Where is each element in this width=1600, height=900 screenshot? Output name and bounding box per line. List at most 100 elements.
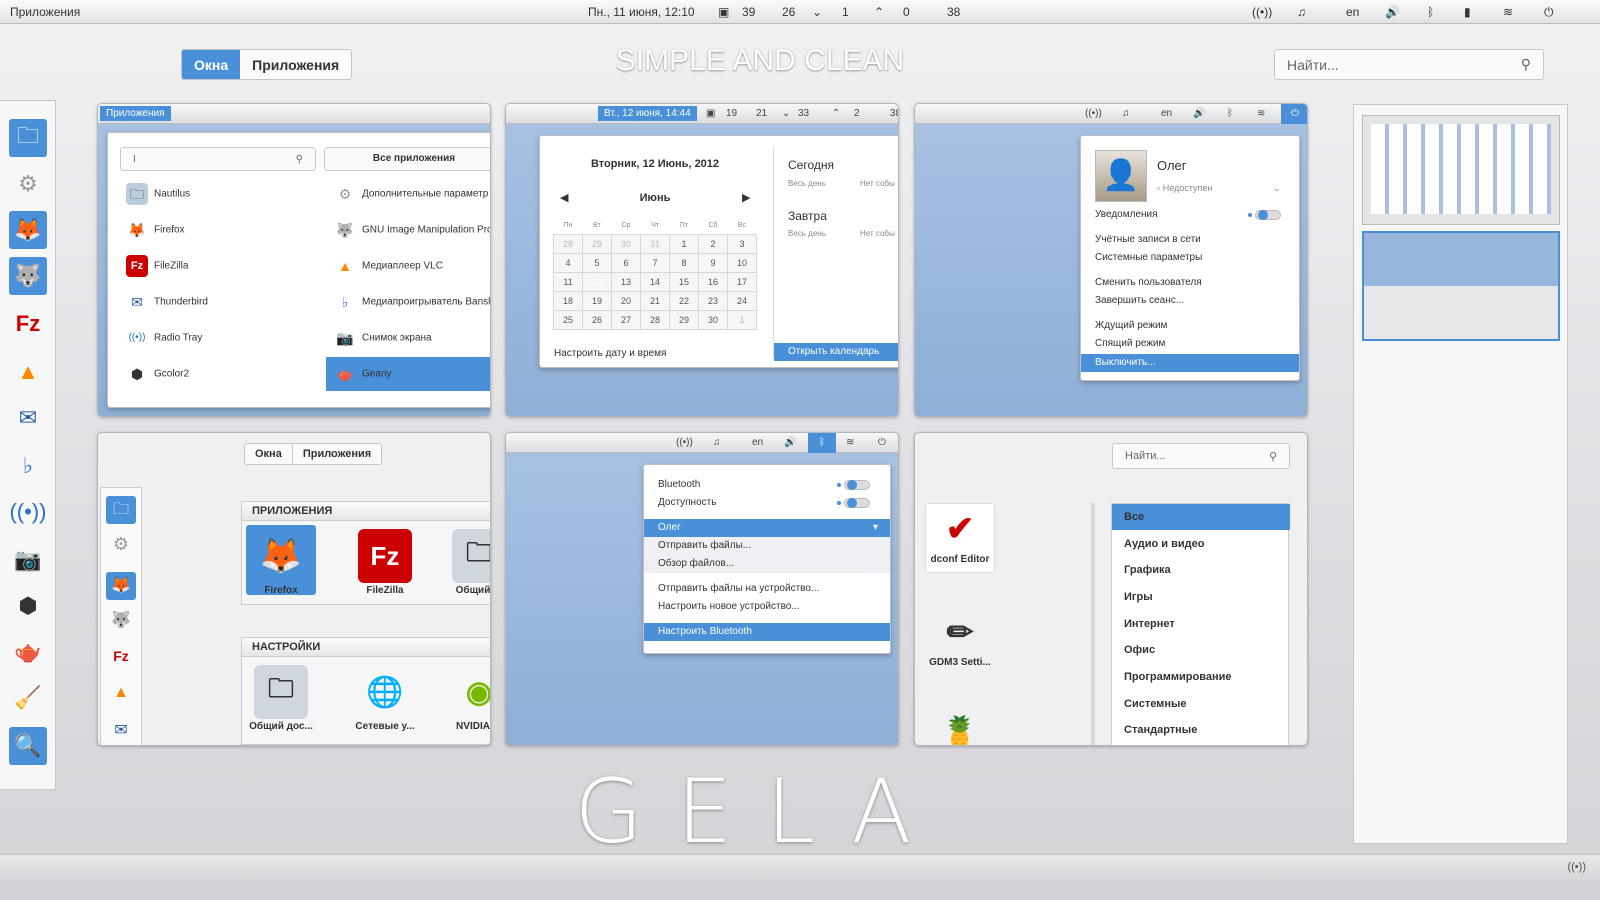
thunderbird-icon[interactable]: ✉: [9, 399, 47, 437]
filezilla-icon[interactable]: Fz: [9, 305, 47, 343]
app-item-nautilus[interactable]: 🗀 Nautilus: [126, 183, 190, 205]
app-item-thunderbird[interactable]: ✉ Thunderbird: [126, 291, 208, 313]
tab-applications[interactable]: Приложения: [291, 444, 381, 464]
hibernate-item[interactable]: Спящий режим: [1095, 338, 1165, 349]
gimp-icon[interactable]: 🐺: [9, 257, 47, 295]
day-cell[interactable]: 28: [553, 233, 583, 254]
log-out-item[interactable]: Завершить сеанс...: [1095, 295, 1184, 306]
bluetooth-toggle[interactable]: [837, 479, 870, 491]
filezilla-icon[interactable]: Fz: [106, 648, 136, 676]
send-to-device-item[interactable]: Отправить файлы на устройство...: [658, 583, 819, 594]
gcolor-icon[interactable]: ⬢: [9, 587, 47, 625]
day-cell[interactable]: 22: [669, 290, 699, 311]
browse-files-item[interactable]: Обзор файлов...: [658, 558, 734, 569]
day-cell[interactable]: 11: [553, 271, 583, 292]
app-item-extra-settings[interactable]: ⚙ Дополнительные параметр: [334, 183, 489, 205]
activities-button[interactable]: Приложения: [10, 5, 80, 19]
wifi-icon[interactable]: ≋: [1257, 108, 1265, 119]
day-cell[interactable]: 6: [611, 252, 641, 273]
all-apps-button[interactable]: Все приложения: [324, 147, 490, 171]
app-item-firefox[interactable]: 🦊 Firefox: [126, 219, 184, 241]
next-month-button[interactable]: ▶: [742, 191, 750, 204]
category-system[interactable]: Системные: [1112, 691, 1290, 717]
scrollbar[interactable]: [1091, 503, 1095, 745]
day-cell[interactable]: 1: [727, 309, 757, 330]
music-icon[interactable]: ♫: [1297, 5, 1306, 19]
firefox-icon[interactable]: 🦊: [9, 211, 47, 249]
chevron-down-icon[interactable]: ⌄: [812, 5, 822, 19]
apps-menu-button[interactable]: Приложения: [100, 106, 171, 121]
setup-device-item[interactable]: Настроить новое устройство...: [658, 601, 800, 612]
radio-icon[interactable]: ((•)): [1252, 5, 1272, 19]
files-icon[interactable]: 🗀: [9, 119, 47, 157]
settings-gear-icon[interactable]: ⚙: [9, 165, 47, 203]
app-tile-filezilla[interactable]: Fz FileZilla: [350, 525, 420, 596]
power-icon[interactable]: ⏻: [1544, 5, 1554, 20]
language-indicator[interactable]: en: [1161, 108, 1172, 119]
volume-icon[interactable]: 🔊: [1193, 108, 1205, 119]
tab-windows[interactable]: Окна: [245, 444, 292, 464]
system-settings-item[interactable]: Системные параметры: [1095, 252, 1202, 263]
category-office[interactable]: Офис: [1112, 637, 1290, 663]
files-icon[interactable]: 🗀: [106, 496, 136, 524]
day-cell[interactable]: 30: [698, 309, 728, 330]
music-icon[interactable]: ♫: [713, 437, 721, 448]
day-cell[interactable]: 5: [582, 252, 612, 273]
category-search-input[interactable]: Найти... ⚲: [1112, 443, 1290, 469]
language-indicator[interactable]: en: [1346, 5, 1359, 19]
day-cell[interactable]: 10: [727, 252, 757, 273]
day-cell[interactable]: 27: [611, 309, 641, 330]
day-cell[interactable]: 9: [698, 252, 728, 273]
settings-tile-sharing[interactable]: 🗀 Общий дос...: [246, 661, 316, 732]
day-cell[interactable]: 26: [582, 309, 612, 330]
cpu-monitor-icon[interactable]: ▣: [718, 5, 729, 19]
broom-icon[interactable]: 🧹: [9, 679, 47, 717]
search-tool-icon[interactable]: 🔍: [9, 727, 47, 765]
set-datetime-link[interactable]: Настроить дату и время: [554, 348, 666, 359]
day-cell[interactable]: 14: [640, 271, 670, 292]
radio-tray-icon[interactable]: ((•)): [1567, 861, 1586, 873]
day-cell[interactable]: 31: [640, 233, 670, 254]
app-item-banshee[interactable]: ♭ Медиапроигрыватель Bansh: [334, 291, 490, 313]
app-tile-shared[interactable]: 🗀 Общий: [452, 525, 490, 596]
day-cell[interactable]: 4: [553, 252, 583, 273]
day-cell[interactable]: 1: [669, 233, 699, 254]
chevron-down-icon[interactable]: ⌄: [1273, 183, 1281, 194]
app-item-geany[interactable]: 🫖 Geany: [326, 357, 490, 391]
day-cell[interactable]: 25: [553, 309, 583, 330]
day-cell[interactable]: 17: [727, 271, 757, 292]
volume-icon[interactable]: 🔊: [784, 437, 796, 448]
radio-icon[interactable]: ((•)): [1085, 108, 1102, 119]
search-field[interactable]: Найти... ⚲: [1274, 49, 1544, 80]
category-graphics[interactable]: Графика: [1112, 557, 1290, 583]
day-cell[interactable]: 15: [669, 271, 699, 292]
gear-icon[interactable]: ⚙: [106, 534, 136, 562]
status-selector[interactable]: ▫ Недоступен: [1157, 183, 1212, 193]
vlc-icon[interactable]: ▲: [9, 353, 47, 391]
thunderbird-icon[interactable]: ✉: [106, 720, 136, 744]
online-accounts-item[interactable]: Учётные записи в сети: [1095, 234, 1201, 245]
bluetooth-icon[interactable]: ᛒ: [1427, 5, 1434, 19]
bluetooth-icon[interactable]: ᛒ: [1227, 108, 1233, 119]
power-icon[interactable]: ⏻: [1281, 104, 1307, 124]
tab-windows[interactable]: Окна: [182, 50, 241, 79]
language-indicator[interactable]: en: [752, 437, 763, 448]
wifi-icon[interactable]: ≋: [1503, 5, 1513, 19]
banshee-icon[interactable]: ♭: [9, 447, 47, 485]
workspace-thumb-1[interactable]: [1362, 115, 1560, 225]
shutdown-item[interactable]: Выключить...: [1081, 354, 1299, 372]
day-cell[interactable]: 13: [611, 271, 641, 292]
chevron-up-icon[interactable]: ⌃: [832, 108, 840, 119]
day-cell[interactable]: 7: [640, 252, 670, 273]
category-accessories[interactable]: Стандартные: [1112, 717, 1290, 743]
cpu-monitor-icon[interactable]: ▣: [706, 108, 715, 119]
category-internet[interactable]: Интернет: [1112, 611, 1290, 637]
day-cell[interactable]: 30: [611, 233, 641, 254]
app-item-gimp[interactable]: 🐺 GNU Image Manipulation Pro: [334, 219, 490, 241]
day-cell[interactable]: 8: [669, 252, 699, 273]
day-cell[interactable]: 21: [640, 290, 670, 311]
day-cell[interactable]: 18: [553, 290, 583, 311]
bluetooth-settings-item[interactable]: Настроить Bluetooth: [644, 623, 890, 641]
app-tile-gdm3-settings[interactable]: ✏ GDM3 Setti...: [925, 607, 995, 668]
settings-tile-network[interactable]: 🌐 Сетевые у...: [350, 661, 420, 733]
